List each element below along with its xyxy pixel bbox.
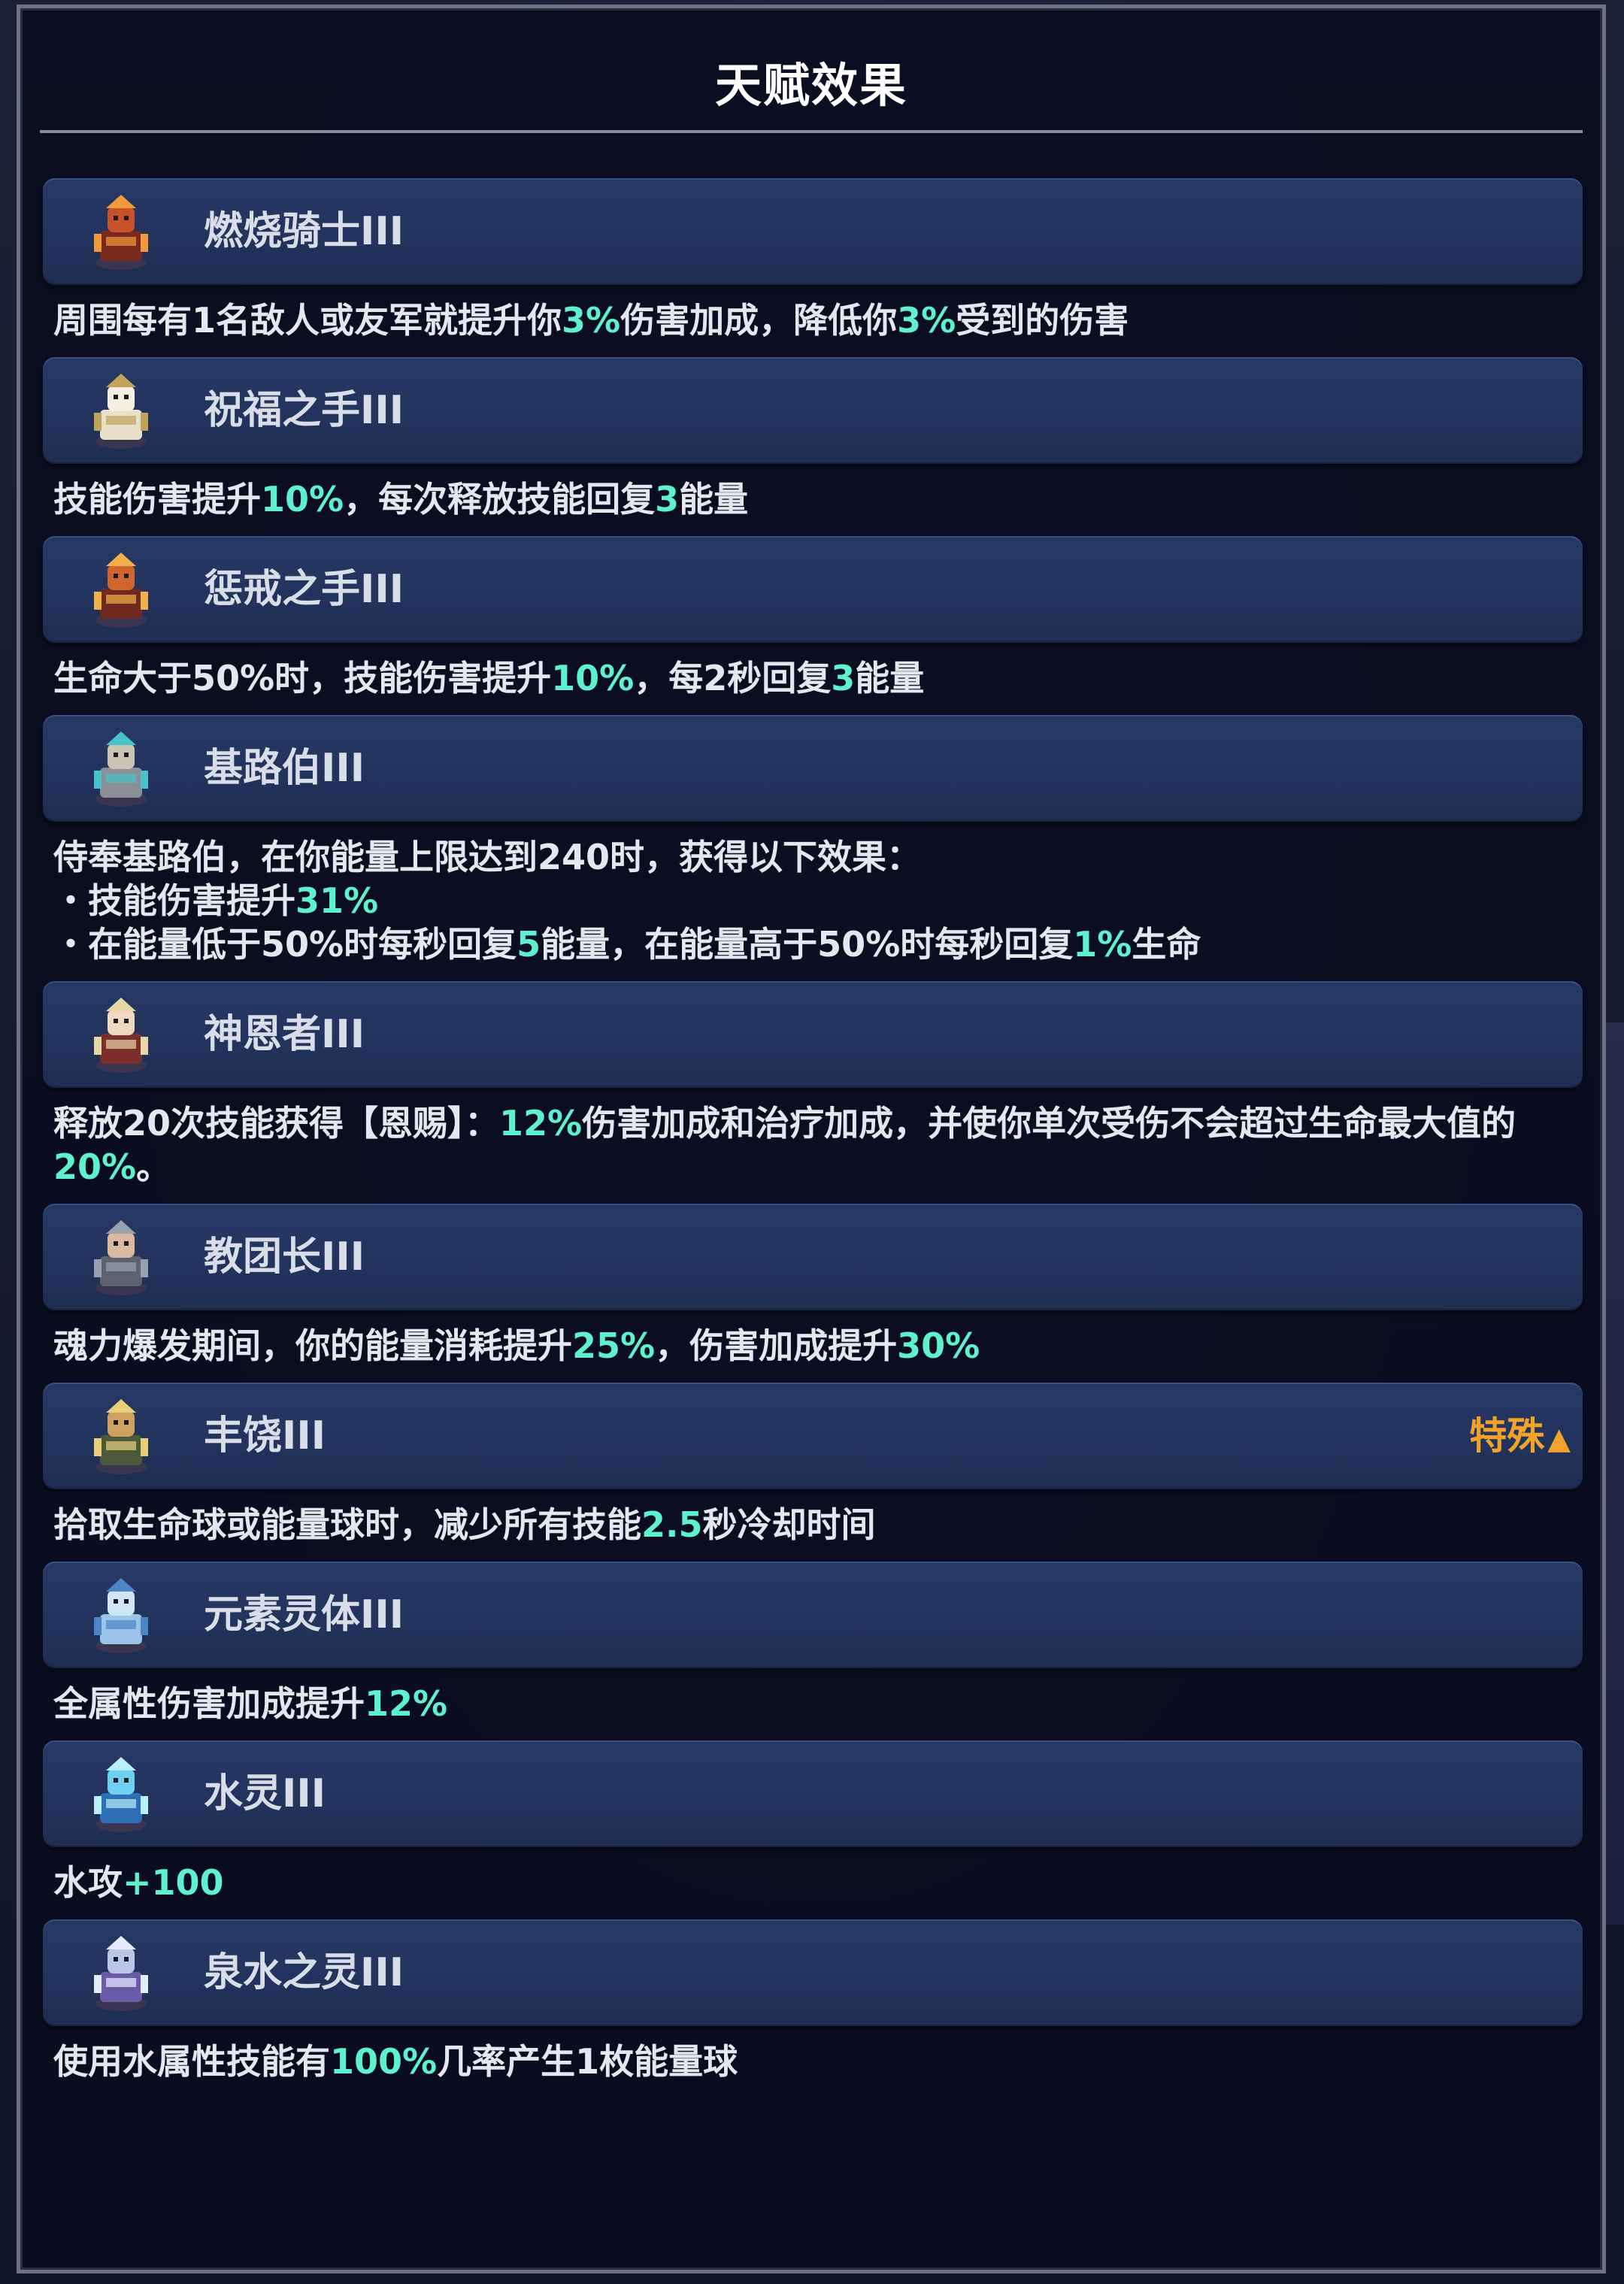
highlight-value: 3: [655, 479, 680, 520]
highlight-value: 12%: [365, 1683, 448, 1724]
burning-knight-icon: [85, 192, 157, 271]
description-text: 技能伤害提升: [53, 479, 261, 520]
talent-header[interactable]: 燃烧骑士III: [43, 178, 1583, 285]
triangle-up-icon: ▲: [1547, 1422, 1571, 1456]
talent-name: 祝福之手III: [204, 388, 404, 433]
talent-name: 丰饶III: [204, 1413, 326, 1459]
highlight-value: 1%: [1073, 924, 1132, 965]
description-text: 侍奉基路伯，在你能量上限达到240时，获得以下效果： ・技能伤害提升: [53, 837, 922, 921]
kilrogg-icon: [85, 729, 157, 808]
graced-one-icon: [85, 995, 157, 1074]
talent-entry: 丰饶III 特殊 ▲ 拾取生命球或能量球时，减少所有技能2.5秒冷却时间: [43, 1383, 1583, 1562]
talent-name: 基路伯III: [204, 746, 365, 791]
talent-entry: 教团长III 魂力爆发期间，你的能量消耗提升25%，伤害加成提升30%: [43, 1204, 1583, 1383]
description-text: 周围每有1名敌人或友军就提升你: [53, 300, 562, 341]
highlight-value: 31%: [295, 880, 379, 921]
description-text: 能量: [679, 479, 749, 520]
description-text: 释放20次技能获得【恩赐】：: [53, 1103, 500, 1144]
description-text: 能量: [855, 658, 925, 698]
talent-header[interactable]: 教团长III: [43, 1204, 1583, 1310]
highlight-value: 10%: [551, 658, 635, 698]
highlight-value: 30%: [897, 1325, 980, 1366]
talent-header[interactable]: 丰饶III 特殊 ▲: [43, 1383, 1583, 1489]
description-text: 拾取生命球或能量球时，减少所有技能: [53, 1504, 641, 1545]
description-text: 水攻: [53, 1862, 123, 1903]
highlight-value: +100: [123, 1862, 224, 1903]
talent-description: 水攻+100: [43, 1847, 1583, 1919]
highlight-value: 10%: [261, 479, 344, 520]
water-spirit-icon: [85, 1754, 157, 1834]
talent-header[interactable]: 惩戒之手III: [43, 536, 1583, 643]
talent-entry: 元素灵体III 全属性伤害加成提升12%: [43, 1562, 1583, 1740]
description-text: 几率产生1枚能量球: [437, 2041, 738, 2082]
talent-entry: 祝福之手III 技能伤害提升10%，每次释放技能回复3能量: [43, 357, 1583, 536]
talent-header[interactable]: 祝福之手III: [43, 357, 1583, 464]
talent-name: 燃烧骑士III: [204, 209, 404, 254]
description-text: ，每2秒回复: [634, 658, 832, 698]
talent-entry: 神恩者III 释放20次技能获得【恩赐】：12%伤害加成和治疗加成，并使你单次受伤…: [43, 981, 1583, 1204]
talent-description: 魂力爆发期间，你的能量消耗提升25%，伤害加成提升30%: [43, 1310, 1583, 1383]
description-text: 秒冷却时间: [702, 1504, 876, 1545]
talent-name: 水灵III: [204, 1771, 326, 1816]
description-text: ・在能量低于50%时每秒回复: [53, 924, 517, 965]
abundance-icon: [85, 1396, 157, 1476]
elemental-spirit-icon: [85, 1575, 157, 1655]
title-divider: [40, 130, 1583, 133]
description-text: ，每次释放技能回复: [344, 479, 656, 520]
talent-entry: 惩戒之手III 生命大于50%时，技能伤害提升10%，每2秒回复3能量: [43, 536, 1583, 715]
description-text: 生命: [1132, 924, 1201, 965]
talent-entry: 水灵III 水攻+100: [43, 1740, 1583, 1919]
special-badge-label: 特殊: [1469, 1414, 1545, 1458]
description-text: 受到的伤害: [956, 300, 1129, 341]
talent-header[interactable]: 元素灵体III: [43, 1562, 1583, 1668]
talent-name: 惩戒之手III: [204, 567, 404, 612]
talent-list: 燃烧骑士III 周围每有1名敌人或友军就提升你3%伤害加成，降低你3%受到的伤害祝…: [43, 178, 1583, 2098]
talent-name: 神恩者III: [204, 1012, 365, 1057]
description-text: 全属性伤害加成提升: [53, 1683, 365, 1724]
highlight-value: 5: [517, 924, 541, 965]
spring-spirit-icon: [85, 1933, 157, 2013]
talent-header[interactable]: 基路伯III: [43, 715, 1583, 822]
talent-name: 教团长III: [204, 1234, 365, 1280]
highlight-value: 100%: [330, 2041, 438, 2082]
special-badge[interactable]: 特殊 ▲: [1469, 1383, 1571, 1489]
talent-name: 元素灵体III: [204, 1592, 404, 1637]
hand-of-punishment-icon: [85, 550, 157, 629]
talent-description: 使用水属性技能有100%几率产生1枚能量球: [43, 2026, 1583, 2098]
description-text: ，伤害加成提升: [655, 1325, 898, 1366]
highlight-value: 3%: [562, 300, 621, 341]
panel-title: 天赋效果: [714, 58, 907, 113]
talent-description: 生命大于50%时，技能伤害提升10%，每2秒回复3能量: [43, 643, 1583, 715]
talent-description: 释放20次技能获得【恩赐】：12%伤害加成和治疗加成，并使你单次受伤不会超过生命…: [43, 1088, 1583, 1204]
highlight-value: 20%: [53, 1147, 137, 1187]
talent-entry: 基路伯III 侍奉基路伯，在你能量上限达到240时，获得以下效果： ・技能伤害提升…: [43, 715, 1583, 981]
description-text: 能量，在能量高于50%时每秒回复: [541, 924, 1074, 965]
description-text: 。: [136, 1147, 171, 1187]
talent-header[interactable]: 泉水之灵III: [43, 1919, 1583, 2026]
description-text: 使用水属性技能有: [53, 2041, 330, 2082]
highlight-value: 25%: [572, 1325, 656, 1366]
description-text: 魂力爆发期间，你的能量消耗提升: [53, 1325, 572, 1366]
talent-header[interactable]: 神恩者III: [43, 981, 1583, 1088]
cult-leader-icon: [85, 1217, 157, 1297]
highlight-value: 3: [831, 658, 856, 698]
talent-description: 全属性伤害加成提升12%: [43, 1668, 1583, 1740]
talent-effects-panel: 天赋效果 燃烧骑士III 周围每有1名敌人或友军就提升你3%伤害加成，降低你3%受…: [17, 5, 1606, 2273]
description-text: 伤害加成，降低你: [620, 300, 898, 341]
description-text: 生命大于50%时，技能伤害提升: [53, 658, 552, 698]
talent-name: 泉水之灵III: [204, 1950, 404, 1995]
talent-description: 侍奉基路伯，在你能量上限达到240时，获得以下效果： ・技能伤害提升31% ・在…: [43, 822, 1583, 981]
highlight-value: 12%: [499, 1103, 583, 1144]
talent-description: 周围每有1名敌人或友军就提升你3%伤害加成，降低你3%受到的伤害: [43, 285, 1583, 357]
talent-entry: 泉水之灵III 使用水属性技能有100%几率产生1枚能量球: [43, 1919, 1583, 2098]
talent-entry: 燃烧骑士III 周围每有1名敌人或友军就提升你3%伤害加成，降低你3%受到的伤害: [43, 178, 1583, 357]
highlight-value: 3%: [897, 300, 956, 341]
talent-description: 技能伤害提升10%，每次释放技能回复3能量: [43, 464, 1583, 536]
highlight-value: 2.5: [641, 1504, 703, 1545]
talent-description: 拾取生命球或能量球时，减少所有技能2.5秒冷却时间: [43, 1489, 1583, 1562]
talent-header[interactable]: 水灵III: [43, 1740, 1583, 1847]
hand-of-blessing-icon: [85, 371, 157, 450]
description-text: 伤害加成和治疗加成，并使你单次受伤不会超过生命最大值的: [582, 1103, 1516, 1144]
